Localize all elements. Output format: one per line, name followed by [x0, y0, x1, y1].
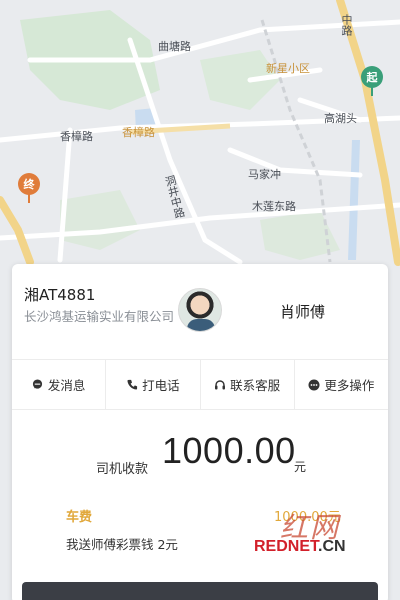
road-label: 曲塘路	[158, 40, 191, 53]
driver-company: 长沙鸿基运输实业有限公司	[24, 309, 175, 324]
contact-support-button[interactable]: 联系客服	[201, 360, 295, 409]
road-label: 马家冲	[248, 168, 281, 181]
end-pin-icon: 终	[18, 173, 40, 203]
headset-icon	[214, 379, 226, 391]
road-label: 中路	[340, 14, 353, 36]
driver-info: 湘AT4881 长沙鸿基运输实业有限公司 肖师傅	[12, 264, 388, 360]
start-pin-icon: 起	[361, 66, 383, 96]
poi-label: 新星小区	[266, 62, 310, 75]
road-label: 高湖头	[324, 112, 357, 125]
action-label: 打电话	[142, 378, 180, 393]
more-icon	[308, 379, 320, 391]
road-label: 木莲东路	[252, 200, 296, 213]
more-actions-button[interactable]: 更多操作	[295, 360, 388, 409]
driver-avatar[interactable]	[178, 288, 222, 332]
message-icon	[32, 379, 44, 391]
phone-icon	[126, 379, 138, 391]
action-bar: 发消息 打电话 联系客服 更多操作	[12, 360, 388, 410]
driver-name: 肖师傅	[280, 303, 326, 321]
watermark-text: REDNET.CN	[254, 538, 346, 556]
confirm-button[interactable]	[22, 582, 378, 600]
fee-label: 车费	[66, 510, 93, 525]
send-message-button[interactable]: 发消息	[12, 360, 107, 409]
action-label: 发消息	[47, 378, 86, 393]
gift-text: 我送师傅彩票钱 2元	[66, 537, 178, 552]
action-label: 联系客服	[230, 378, 281, 393]
income-amount: 1000.00	[162, 430, 296, 471]
road-label: 香樟路	[60, 130, 93, 143]
rednet-watermark: 红网 REDNET.CN	[254, 506, 374, 560]
road-label: 香樟路	[122, 126, 155, 139]
call-button[interactable]: 打电话	[106, 360, 201, 409]
watermark-dark: .CN	[318, 538, 346, 555]
watermark-red: REDNET	[254, 538, 319, 555]
income-label: 司机收款	[96, 462, 149, 477]
action-label: 更多操作	[324, 378, 375, 393]
income-unit: 元	[294, 460, 307, 474]
license-plate: 湘AT4881	[24, 286, 96, 304]
